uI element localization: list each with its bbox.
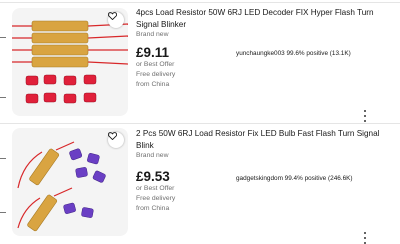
listing-delivery: Free delivery [136,71,176,78]
listing-offer: or Best Offer [136,185,175,192]
listing-delivery: Free delivery [136,195,176,202]
listing-card[interactable]: 4pcs Load Resistor 50W 6RJ LED Decoder F… [0,0,400,126]
listing-origin: from China [136,81,170,88]
listing-image[interactable] [12,128,128,236]
more-actions-button[interactable] [361,232,369,244]
seller-info[interactable]: gadgetskingdom 99.4% positive (246.6K) [236,175,353,182]
more-vertical-icon [364,110,366,112]
listing-image[interactable] [12,8,128,116]
listing-title[interactable]: 2 Pcs 50W 6RJ Load Resistor Fix LED Bulb… [136,128,388,151]
heart-icon [108,132,117,140]
listing-offer: or Best Offer [136,61,175,68]
listing-price: £9.11 [136,45,170,60]
more-actions-button[interactable] [361,110,369,122]
listing-origin: from China [136,205,170,212]
listing-price: £9.53 [136,169,170,184]
seller-info[interactable]: yunchaungke003 99.6% positive (13.1K) [236,50,351,57]
listing-card[interactable]: 2 Pcs 50W 6RJ Load Resistor Fix LED Bulb… [0,124,400,244]
listing-condition: Brand new [136,152,169,159]
listing-title[interactable]: 4pcs Load Resistor 50W 6RJ LED Decoder F… [136,7,388,30]
watch-button[interactable] [108,132,124,148]
listing-condition: Brand new [136,31,169,38]
heart-icon [108,12,117,20]
more-vertical-icon [364,232,366,234]
watch-button[interactable] [108,12,124,28]
